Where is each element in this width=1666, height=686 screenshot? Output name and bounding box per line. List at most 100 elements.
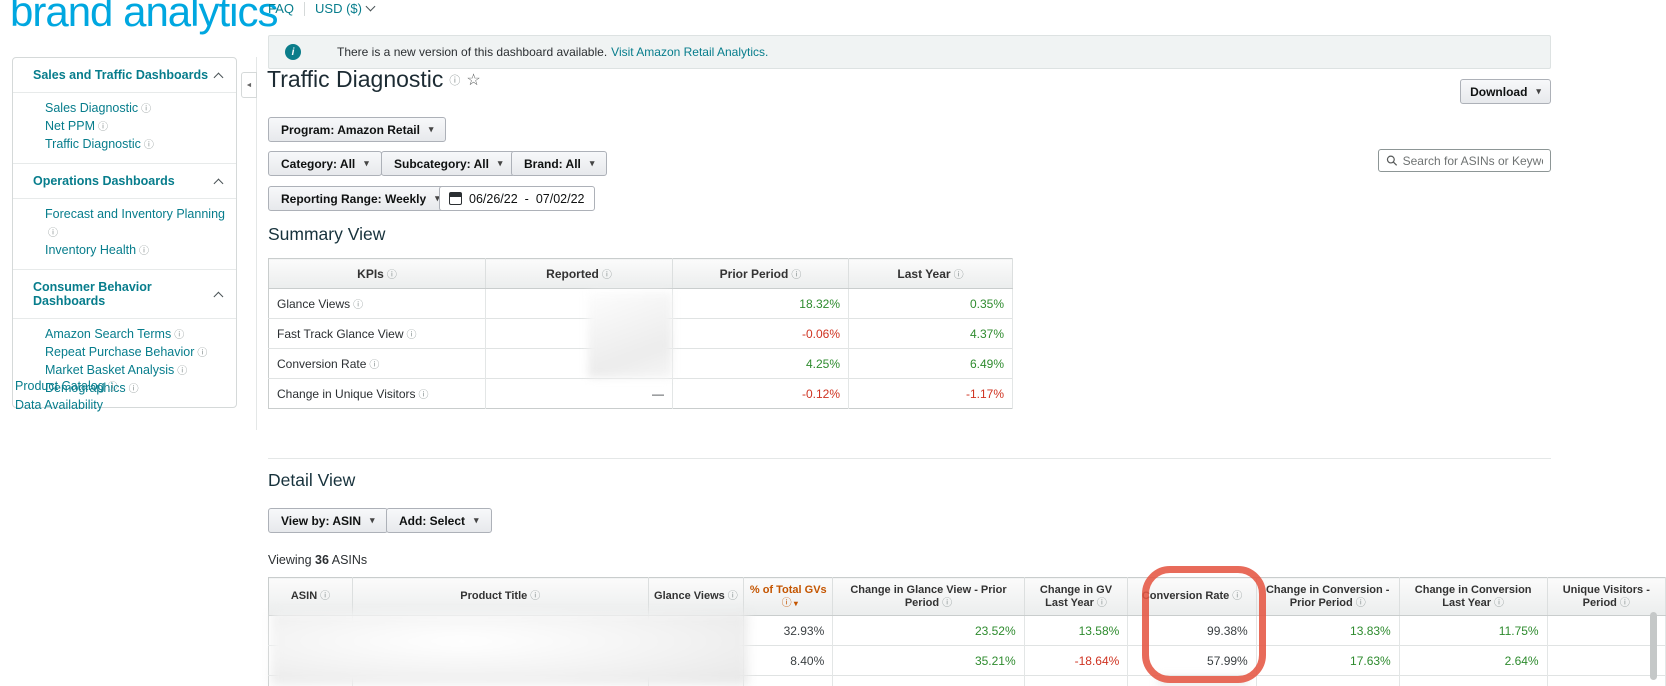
info-icon: ⓘ (1096, 597, 1107, 609)
search-box[interactable] (1378, 149, 1551, 172)
info-icon: ⓘ (139, 246, 150, 257)
currency-selector[interactable]: USD ($) (315, 1, 376, 16)
info-icon: ⓘ (1494, 597, 1505, 609)
dropdown-arrow-icon: ▾ (497, 158, 503, 168)
summary-col-last-year[interactable]: Last Year ⓘ (848, 258, 1013, 289)
subcategory-filter[interactable]: Subcategory: All ▾ (381, 151, 516, 176)
chevron-up-icon (213, 72, 224, 82)
info-icon: ⓘ (406, 330, 417, 341)
faq-link[interactable]: FAQ (268, 1, 294, 16)
cell-change-in-conversion-prior-period: 13.83% (1256, 615, 1400, 646)
last_year-value: 0.35% (848, 288, 1013, 319)
column-label: KPIs (357, 267, 384, 281)
detail-col-glance-views[interactable]: Glance Views ⓘ (648, 577, 745, 616)
banner-text: There is a new version of this dashboard… (337, 45, 608, 59)
kpi-label: Fast Track Glance View (277, 327, 404, 341)
cell-conversion-rate: 57.99% (1127, 645, 1257, 676)
sidebar-link-product-catalog[interactable]: Product Catalog (15, 378, 105, 395)
cell-of-total-gvs: 32.93% (743, 615, 834, 646)
detail-col-change-in-conversion-last-year[interactable]: Change in Conversion Last Year ⓘ (1399, 577, 1548, 616)
sidebar-item-net-ppm[interactable]: Net PPM (45, 118, 95, 135)
detail-col-unique-visitors-period[interactable]: Unique Visitors - Period ⓘ (1547, 577, 1666, 616)
view-by-filter[interactable]: View by: ASIN ▾ (268, 508, 388, 533)
info-icon: ⓘ (386, 270, 397, 281)
kpi-cell-fast-track-glance-view: Fast Track Glance View ⓘ (268, 318, 486, 349)
info-icon: ⓘ (98, 122, 109, 133)
last_year-value: 4.37% (848, 318, 1013, 349)
info-icon[interactable]: ⓘ (449, 72, 460, 88)
currency-label: USD ($) (315, 1, 362, 16)
kpi-label: Change in Unique Visitors (277, 387, 416, 401)
sidebar-section-sales-and-traffic-dashboards: Sales and Traffic Dashboards Sales Diagno… (13, 58, 236, 163)
info-icon: ⓘ (48, 228, 58, 239)
section-divider (268, 458, 1551, 459)
redacted-product-info (271, 612, 748, 685)
section-title: Sales and Traffic Dashboards (33, 68, 209, 82)
banner-link[interactable]: Visit Amazon Retail Analytics. (611, 45, 768, 59)
detail-col-asin[interactable]: ASIN ⓘ (268, 577, 353, 616)
info-icon: ⓘ (791, 270, 802, 281)
summary-col-prior-period[interactable]: Prior Period ⓘ (672, 258, 849, 289)
sidebar-link-data-availability[interactable]: Data Availability (15, 397, 103, 414)
detail-col-change-in-conversion-prior-period[interactable]: Change in Conversion - Prior Period ⓘ (1256, 577, 1400, 616)
dropdown-arrow-icon: ▾ (1536, 86, 1541, 96)
search-input[interactable] (1402, 153, 1543, 168)
summary-col-reported[interactable]: Reported ⓘ (485, 258, 673, 289)
summary-col-kpis[interactable]: KPIs ⓘ (268, 258, 486, 289)
dropdown-arrow-icon: ▾ (428, 124, 434, 134)
section-items: Forecast and Inventory Planningⓘ Inventor… (13, 198, 236, 269)
column-label: Conversion Rate (1141, 590, 1230, 602)
sidebar-section-header-operations-dashboards[interactable]: Operations Dashboards (13, 163, 236, 198)
section-title: Operations Dashboards (33, 174, 175, 188)
download-label: Download (1470, 84, 1528, 99)
sidebar-collapse-button[interactable]: ◄ (241, 72, 257, 98)
column-label: ASIN (290, 590, 318, 602)
cell-change-in-conversion-last-year: 44.26% (1399, 675, 1548, 686)
detail-col-of-total-gvs[interactable]: % of Total GVs ⓘ ▾ (743, 577, 834, 616)
cell-unique-visitors-period (1547, 645, 1666, 676)
sidebar-item-repeat-purchase-behavior[interactable]: Repeat Purchase Behavior (45, 344, 194, 361)
info-icon: ⓘ (197, 348, 208, 359)
sidebar-item-traffic-diagnostic[interactable]: Traffic Diagnostic (45, 136, 141, 153)
sidebar-item-forecast-and-inventory-planning[interactable]: Forecast and Inventory Planning (45, 206, 225, 223)
date-start[interactable]: 06/26/22 (469, 192, 518, 206)
sidebar-item-inventory-health[interactable]: Inventory Health (45, 242, 136, 259)
sidebar-footer: Product Catalog ⓘ Data Availability (15, 377, 118, 414)
table-row: Change in Unique Visitors ⓘ — -0.12% -1.17% (268, 378, 1013, 409)
program-filter[interactable]: Program: Amazon Retail ▾ (268, 117, 447, 142)
sidebar-section-header-consumer-behavior-dashboards[interactable]: Consumer Behavior Dashboards (13, 269, 236, 318)
add-metric-filter[interactable]: Add: Select ▾ (386, 508, 492, 533)
info-icon: ⓘ (942, 597, 953, 609)
sidebar-item-amazon-search-terms[interactable]: Amazon Search Terms (45, 326, 171, 343)
brand-analytics-logo: brand analytics (10, 0, 278, 35)
detail-col-change-in-glance-view-prior-period[interactable]: Change in Glance View - Prior Period ⓘ (832, 577, 1025, 616)
date-range-picker[interactable]: 06/26/22 - 07/02/22 (439, 186, 595, 211)
info-icon: ⓘ (320, 591, 331, 602)
page-title-text: Traffic Diagnostic (267, 66, 444, 92)
detail-col-change-in-gv-last-year[interactable]: Change in GV Last Year ⓘ (1024, 577, 1129, 616)
detail-view-heading: Detail View (268, 470, 356, 490)
sidebar-section-header-sales-and-traffic-dashboards[interactable]: Sales and Traffic Dashboards (13, 58, 236, 92)
date-end[interactable]: 07/02/22 (536, 192, 585, 206)
cell-change-in-conversion-prior-period: 3.33% (1256, 675, 1400, 686)
prior-value: -0.06% (672, 318, 849, 349)
search-icon (1386, 155, 1398, 166)
detail-col-product-title[interactable]: Product Title ⓘ (352, 577, 649, 616)
viewing-count: Viewing 36 ASINs (268, 553, 368, 567)
info-icon: ⓘ (174, 330, 185, 341)
table-scrollbar-thumb[interactable] (1650, 612, 1657, 680)
sort-desc-arrow-icon: ▾ (791, 598, 798, 608)
info-icon: ⓘ (530, 591, 541, 602)
cell-change-in-glance-view-prior-period: 23.52% (832, 615, 1025, 646)
detail-col-conversion-rate[interactable]: Conversion Rate ⓘ (1127, 577, 1257, 616)
category-filter[interactable]: Category: All ▾ (268, 151, 382, 176)
reporting-range-filter[interactable]: Reporting Range: Weekly ▾ (268, 186, 453, 211)
info-icon: ⓘ (107, 382, 118, 393)
sidebar-item-sales-diagnostic[interactable]: Sales Diagnostic (45, 100, 138, 117)
download-button[interactable]: Download ▾ (1460, 79, 1551, 104)
favorite-star-icon[interactable]: ☆ (466, 70, 480, 90)
kpi-label: Glance Views (277, 297, 351, 311)
dropdown-arrow-icon: ▾ (589, 158, 595, 168)
brand-filter[interactable]: Brand: All ▾ (511, 151, 608, 176)
sidebar-section-operations-dashboards: Operations Dashboards Forecast and Invent… (13, 163, 236, 269)
